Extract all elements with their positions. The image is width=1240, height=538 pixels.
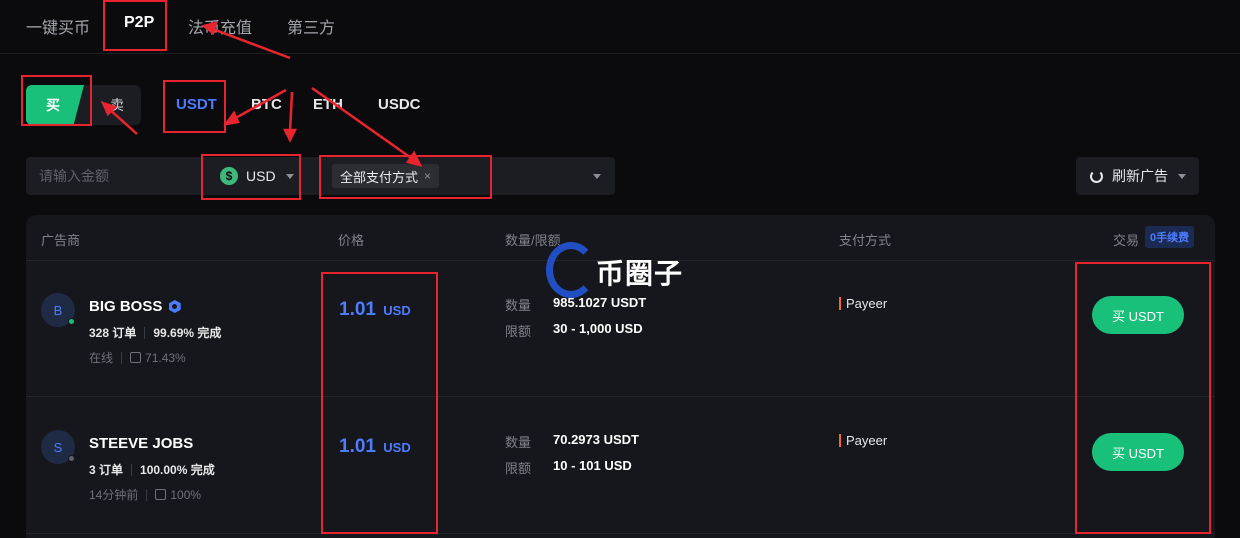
payment-method-select[interactable]: 全部支付方式 × [324,157,615,195]
payment-method-label: Payeer [846,296,888,311]
order-count: 328 订单 [89,326,137,340]
online-status-dot [68,318,75,325]
tab-fiat-deposit[interactable]: 法币充值 [188,14,252,38]
dollar-icon: $ [220,167,238,185]
header-payment: 支付方式 [839,233,892,248]
close-icon[interactable]: × [424,169,431,183]
thumbs-up-icon [155,489,167,500]
price-value: 1.01 [339,436,376,457]
rating: 100% [170,487,202,502]
divider [121,351,123,364]
header-price: 价格 [338,233,365,248]
advertiser-name-text: STEEVE JOBS [89,435,194,452]
chevron-down-icon [593,174,601,179]
currency-label: USD [246,168,276,184]
advertiser-stats: 3 订单 100.00% 完成 [89,461,215,478]
limit-value: 30 - 1,000 USD [553,321,643,336]
price-unit: USD [383,303,411,318]
advertiser-name-text: BIG BOSS [89,298,163,315]
currency-select[interactable]: $ USD [220,157,320,195]
advertiser-meta: 14分钟前 100% [89,486,201,503]
quantity-value: 985.1027 USDT [553,295,647,310]
avatar[interactable]: B [41,293,75,327]
refresh-icon [1090,169,1103,183]
table-row: S STEEVE JOBS 3 订单 100.00% 完成 14分钟前 100%… [26,398,1215,534]
limit-label: 限额 [505,324,532,339]
header-amount: 数量/限额 [505,233,561,248]
payment-method: Payeer [839,296,887,311]
divider [131,463,133,476]
buy-button[interactable]: 买 [26,85,84,125]
buy-sell-toggle: 买 卖 [26,85,141,125]
advertiser-name[interactable]: STEEVE JOBS [89,435,193,452]
tab-third-party[interactable]: 第三方 [287,14,335,38]
last-seen: 14分钟前 [89,488,139,502]
payment-method: Payeer [839,433,887,448]
payment-chip: 全部支付方式 × [332,164,440,188]
price-value: 1.01 [339,299,376,320]
advertiser-name[interactable]: BIG BOSS [89,298,181,315]
avatar-letter: S [53,439,63,455]
completion-rate: 100.00% 完成 [140,463,215,477]
chevron-down-icon [285,173,294,179]
advertiser-stats: 328 订单 99.69% 完成 [89,324,221,341]
table-header: 广告商 价格 数量/限额 支付方式 交易 0手续费 [26,215,1215,261]
ads-table: 广告商 价格 数量/限额 支付方式 交易 0手续费 B BIG BOSS 328… [26,215,1215,538]
price-unit: USD [383,440,411,455]
completion-rate: 99.69% 完成 [153,326,222,340]
price: 1.01 USD [339,299,411,321]
coin-usdc[interactable]: USDC [378,96,421,113]
buy-usdt-button[interactable]: 买 USDT [1092,433,1184,471]
quantity-label: 数量 [505,435,532,450]
divider [144,326,146,339]
quantity-value: 70.2973 USDT [553,432,639,447]
buy-usdt-button[interactable]: 买 USDT [1092,296,1184,334]
payment-color-bar [839,297,841,310]
offline-status-dot [68,455,75,462]
amount-input[interactable] [26,157,201,195]
verified-badge-icon [169,300,181,313]
header-advertiser: 广告商 [41,233,81,248]
tab-quick-buy[interactable]: 一键买币 [26,14,90,38]
table-row: B BIG BOSS 328 订单 99.69% 完成 在线 71.43% 1.… [26,261,1215,397]
order-count: 3 订单 [89,463,124,477]
payment-chip-label: 全部支付方式 [340,169,419,185]
header-trade: 交易 [1113,233,1140,248]
avatar[interactable]: S [41,430,75,464]
chevron-down-icon [1178,173,1186,179]
refresh-ads-button[interactable]: 刷新广告 [1076,157,1199,195]
rating: 71.43% [145,350,186,365]
thumbs-up-icon [130,352,142,363]
top-tab-bar: 一键买币 P2P 法币充值 第三方 [0,0,1240,54]
refresh-label: 刷新广告 [1112,168,1168,184]
online-status: 在线 [89,351,114,365]
advertiser-meta: 在线 71.43% [89,349,186,366]
zero-fee-badge: 0手续费 [1145,226,1195,248]
coin-btc[interactable]: BTC [251,96,282,113]
avatar-letter: B [53,302,63,318]
filter-bar: $ USD 全部支付方式 × [26,157,615,195]
price: 1.01 USD [339,436,411,458]
limit-label: 限额 [505,461,532,476]
divider [146,488,148,501]
payment-method-label: Payeer [846,433,888,448]
coin-usdt[interactable]: USDT [176,96,217,113]
sell-button[interactable]: 卖 [100,85,134,125]
limit-value: 10 - 101 USD [553,458,632,473]
tab-p2p[interactable]: P2P [124,14,154,32]
coin-eth[interactable]: ETH [313,96,343,113]
payment-color-bar [839,434,841,447]
quantity-label: 数量 [505,298,532,313]
